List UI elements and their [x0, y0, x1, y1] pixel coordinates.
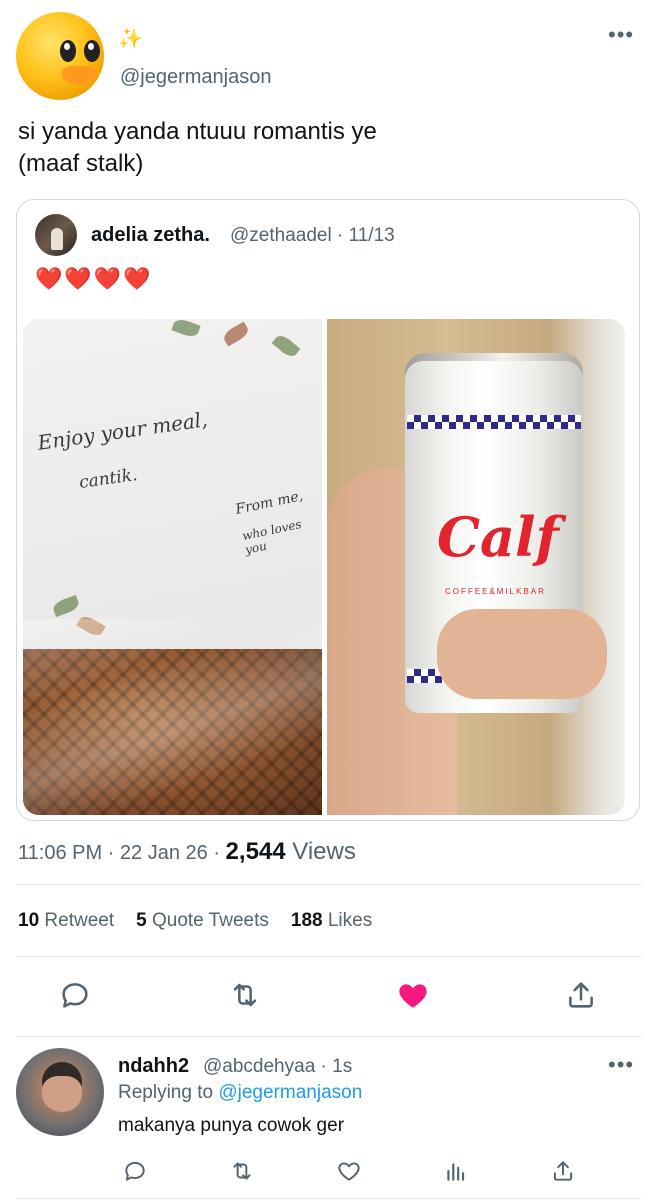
retweet-icon [233, 1162, 251, 1180]
quotes-count: 5 [136, 910, 147, 931]
tweet-meta: 11:06 PM · 22 Jan 26 · 2,544 Views [18, 838, 356, 866]
reply-like-button[interactable] [336, 1158, 362, 1184]
tweet-text: si yanda yanda ntuuu romantis ye (maaf s… [18, 118, 377, 177]
meta-separator: · [207, 842, 226, 864]
share-button[interactable] [564, 978, 598, 1012]
avatar-beak [62, 66, 96, 84]
reply-reply-button[interactable] [122, 1158, 148, 1184]
note-line: Enjoy your meal, [36, 407, 209, 455]
reply-analytics-button[interactable] [443, 1158, 469, 1184]
divider [16, 884, 641, 885]
leaf-decoration [171, 319, 201, 340]
like-icon [338, 1162, 360, 1181]
retweet-button[interactable] [228, 978, 262, 1012]
share-icon [569, 982, 593, 1008]
reply-button[interactable] [58, 978, 92, 1012]
note-line: who loves you [240, 517, 303, 557]
retweets-stat[interactable]: 10 Retweet [18, 910, 114, 932]
like-icon-filled [399, 984, 427, 1008]
reply-author-avatar[interactable] [16, 1048, 104, 1136]
engagement-stats: 10 Retweet 5 Quote Tweets 188 Likes [18, 910, 372, 932]
like-button[interactable] [396, 978, 430, 1012]
likes-stat[interactable]: 188 Likes [291, 910, 372, 932]
photo-calf-can[interactable]: Calf COFFEE&MILKBAR [327, 319, 625, 815]
sparkle-emoji: ✨ [118, 28, 143, 50]
divider [16, 1036, 641, 1037]
analytics-icon [447, 1163, 465, 1181]
quotes-stat[interactable]: 5 Quote Tweets [136, 910, 269, 932]
retweets-label: Retweet [44, 910, 115, 931]
reply-author-name[interactable]: ndahh2 [118, 1055, 189, 1078]
tweet-time: 11:06 PM [18, 842, 103, 864]
reply-author-handle-time: @abcdehyaa · 1s [203, 1056, 353, 1077]
quoted-author-avatar [35, 214, 77, 256]
can-brand-subtitle: COFFEE&MILKBAR [445, 587, 546, 596]
retweet-icon [233, 983, 257, 1007]
views-count[interactable]: 2,544 [226, 838, 286, 865]
leaf-decoration [271, 332, 301, 360]
quoted-tweet-card[interactable]: adelia zetha. @zethaadel · 11/13 ❤️❤️❤️❤… [16, 199, 640, 821]
avatar-eye [60, 40, 76, 62]
quotes-label: Quote Tweets [151, 910, 269, 931]
views-label: Views [285, 838, 356, 865]
replying-to-handle-link[interactable]: @jegermanjason [218, 1082, 362, 1103]
avatar-eye [84, 40, 100, 62]
tweet-date: 22 Jan 26 [119, 842, 208, 864]
reply-retweet-button[interactable] [229, 1158, 255, 1184]
reply-share-button[interactable] [550, 1158, 576, 1184]
leaf-decoration [221, 321, 251, 347]
handwritten-note-card: Enjoy your meal, cantik. From me, who lo… [23, 319, 322, 649]
reply-icon [62, 983, 88, 1008]
reply-icon [125, 1161, 145, 1181]
quoted-author-handle-date: @zethaadel · 11/13 [230, 225, 395, 246]
author-handle[interactable]: @jegermanjason [120, 66, 272, 89]
meta-separator: · [102, 842, 120, 864]
photo-note-waffles[interactable]: Enjoy your meal, cantik. From me, who lo… [23, 319, 322, 815]
plastic-wrap [23, 619, 322, 815]
leaf-decoration [51, 594, 81, 618]
replying-prefix: Replying to [118, 1082, 219, 1103]
note-line: cantik. [77, 465, 139, 493]
likes-label: Likes [327, 910, 373, 931]
retweets-count: 10 [18, 910, 40, 931]
more-options-icon[interactable]: ••• [608, 1054, 634, 1076]
author-avatar[interactable] [16, 12, 104, 100]
reply-text: makanya punya cowok ger [118, 1115, 345, 1136]
more-options-icon[interactable]: ••• [608, 24, 634, 46]
quoted-tweet-text: ❤️❤️❤️❤️ [35, 266, 153, 291]
divider [16, 1198, 641, 1199]
note-line: From me, [234, 488, 305, 518]
quoted-author-name: adelia zetha. [91, 224, 210, 246]
likes-count: 188 [290, 910, 323, 931]
fingers [437, 609, 607, 699]
can-brand-logo: Calf [437, 505, 559, 569]
divider [16, 956, 641, 957]
share-icon [553, 1161, 573, 1181]
checker-band [407, 415, 581, 429]
replying-to: Replying to @jegermanjason [118, 1082, 362, 1104]
